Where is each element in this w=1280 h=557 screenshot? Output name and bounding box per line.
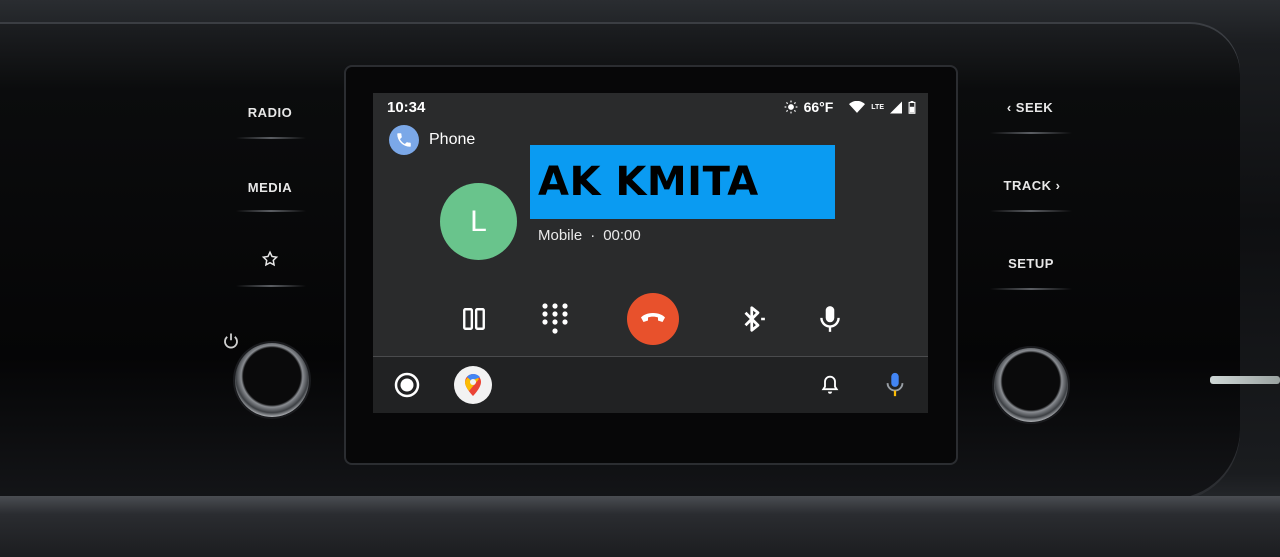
line-type: Mobile [538, 227, 583, 244]
app-header: Phone [389, 125, 475, 155]
assistant-button[interactable] [873, 363, 917, 407]
caller-avatar: L [440, 183, 517, 260]
maps-icon [454, 366, 492, 404]
app-dock [373, 357, 928, 413]
accent-trim [1210, 376, 1280, 384]
app-name: Phone [429, 131, 476, 148]
wifi-icon [849, 100, 866, 113]
bluetooth-icon [744, 306, 765, 332]
caller-name-banner: AK KMITA [530, 145, 835, 219]
hold-button[interactable] [448, 293, 500, 345]
assistant-mic-icon [886, 372, 904, 397]
sun-icon [784, 100, 797, 114]
car-dashboard: RADIO MEDIA ‹ SEEK TRACK › SETUP 10:34 6… [0, 0, 1280, 557]
mute-button[interactable] [804, 293, 856, 345]
call-duration: 00:00 [603, 227, 641, 244]
media-button[interactable]: MEDIA [230, 180, 310, 195]
button-divider [236, 210, 306, 212]
home-icon [394, 372, 420, 398]
setup-button[interactable]: SETUP [991, 256, 1071, 271]
bluetooth-button[interactable] [727, 293, 779, 345]
phone-icon [397, 133, 411, 147]
microphone-icon [820, 306, 840, 332]
signal-icon [890, 101, 902, 113]
status-bar-right: 66°F LTE [784, 99, 916, 115]
separator: · [590, 227, 596, 244]
call-controls [373, 293, 928, 345]
caller-name: AK KMITA [538, 159, 759, 205]
button-divider [990, 288, 1072, 290]
temperature: 66°F [803, 99, 834, 115]
phone-app-icon[interactable] [389, 125, 419, 155]
network-label: LTE [871, 103, 884, 111]
status-time: 10:34 [387, 99, 426, 116]
pause-icon [463, 308, 485, 330]
button-divider [990, 210, 1072, 212]
track-button[interactable]: TRACK › [992, 178, 1072, 193]
maps-app-button[interactable] [451, 363, 495, 407]
power-icon[interactable] [222, 332, 240, 350]
seek-button[interactable]: ‹ SEEK [990, 100, 1070, 115]
notifications-button[interactable] [808, 363, 852, 407]
tune-knob[interactable] [994, 348, 1068, 422]
android-auto-screen: 10:34 66°F LTE Phone L AK KMITA Mobile · 0… [373, 93, 928, 413]
home-button[interactable] [385, 363, 429, 407]
notifications-icon [821, 375, 839, 394]
battery-icon [908, 100, 916, 114]
dialpad-button[interactable] [529, 293, 581, 345]
dashboard-trim [0, 496, 1280, 557]
button-divider [990, 132, 1072, 134]
button-divider [236, 137, 306, 139]
radio-button[interactable]: RADIO [230, 105, 310, 120]
volume-knob[interactable] [235, 343, 309, 417]
hangup-button[interactable] [627, 293, 679, 345]
button-divider [236, 285, 306, 287]
call-info: Mobile · 00:00 [538, 227, 641, 244]
dialpad-icon [542, 303, 568, 334]
hangup-icon [641, 313, 665, 322]
star-icon [261, 250, 279, 267]
favorite-button[interactable] [230, 250, 310, 271]
